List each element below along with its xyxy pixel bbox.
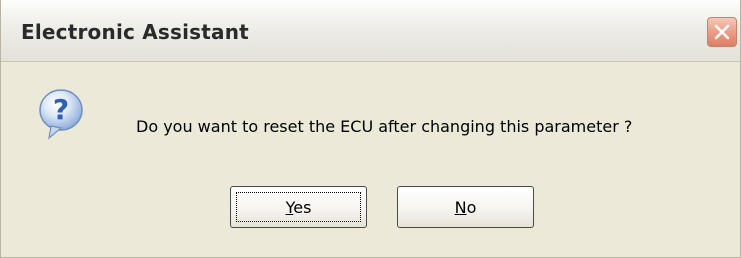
yes-button-label: Yes	[231, 198, 366, 217]
title-bar[interactable]: Electronic Assistant	[1, 0, 740, 62]
close-button[interactable]	[707, 17, 737, 47]
question-icon: ?	[39, 89, 83, 140]
yes-label-rest: es	[293, 198, 312, 217]
no-button-label: No	[398, 198, 533, 217]
yes-button[interactable]: Yes	[230, 186, 367, 228]
no-button[interactable]: No	[397, 186, 534, 228]
message-dialog: Electronic Assistant ? Do you want to re…	[0, 0, 741, 258]
window-title: Electronic Assistant	[21, 20, 249, 44]
no-label-rest: o	[466, 198, 477, 217]
close-icon	[714, 24, 730, 40]
no-mnemonic: N	[454, 198, 467, 217]
dialog-message: Do you want to reset the ECU after chang…	[136, 117, 633, 136]
svg-text:?: ?	[53, 93, 69, 126]
